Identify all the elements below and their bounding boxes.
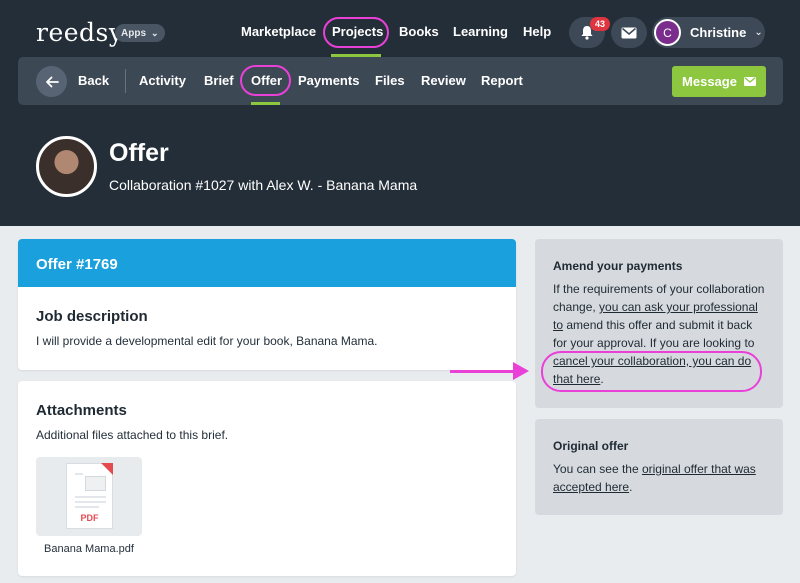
user-name: Christine: [690, 25, 747, 40]
user-menu-button[interactable]: C Christine ⌄: [652, 17, 765, 48]
apps-menu-button[interactable]: Apps ⌄: [115, 24, 165, 42]
tab-payments[interactable]: Payments: [298, 73, 359, 88]
original-offer-heading: Original offer: [553, 439, 629, 453]
apps-label: Apps: [121, 27, 146, 39]
inbox-button[interactable]: [611, 17, 647, 48]
avatar: C: [654, 19, 681, 46]
envelope-icon: [743, 77, 756, 86]
original-offer-text: You can see the original offer that was …: [553, 460, 768, 496]
nav-marketplace[interactable]: Marketplace: [241, 24, 316, 39]
attachments-description: Additional files attached to this brief.: [36, 428, 229, 442]
tab-review[interactable]: Review: [421, 73, 466, 88]
subnav-divider: [125, 69, 126, 93]
attachment-file-name[interactable]: Banana Mama.pdf: [36, 543, 142, 555]
nav-learning[interactable]: Learning: [453, 24, 508, 39]
pdf-file-icon: PDF: [66, 463, 113, 529]
offer-card: Offer #1769 Job description I will provi…: [18, 239, 516, 370]
annotation-arrow-icon: [513, 362, 529, 380]
reedsy-logo[interactable]: reedsy: [36, 18, 124, 47]
original-text-part: You can see the: [553, 462, 642, 476]
tab-files[interactable]: Files: [375, 73, 405, 88]
offer-card-header: Offer #1769: [18, 239, 516, 287]
cancel-link-highlight-oval: [541, 351, 762, 392]
annotation-arrow-shaft: [450, 370, 516, 373]
arrow-left-icon: [45, 76, 59, 87]
active-tab-indicator: [251, 102, 280, 105]
chevron-down-icon: ⌄: [754, 27, 763, 38]
message-label: Message: [682, 74, 737, 89]
nav-help[interactable]: Help: [523, 24, 551, 39]
projects-highlight-circle: [323, 17, 389, 48]
original-offer-card: Original offer You can see the original …: [535, 419, 783, 515]
attachments-heading: Attachments: [36, 402, 127, 419]
original-text-part: .: [629, 480, 633, 494]
nav-books[interactable]: Books: [399, 24, 439, 39]
job-description-text: I will provide a developmental edit for …: [36, 334, 378, 348]
back-label[interactable]: Back: [78, 73, 109, 88]
attachments-card: Attachments Additional files attached to…: [18, 381, 516, 576]
page-subtitle: Collaboration #1027 with Alex W. - Banan…: [109, 177, 418, 193]
amend-heading: Amend your payments: [553, 259, 683, 273]
offer-highlight-circle: [240, 65, 291, 96]
tab-report[interactable]: Report: [481, 73, 523, 88]
notification-count-badge: 43: [590, 17, 610, 31]
professional-avatar: [36, 136, 97, 197]
tab-activity[interactable]: Activity: [139, 73, 186, 88]
message-button[interactable]: Message: [672, 66, 766, 97]
attachment-file-tile[interactable]: PDF: [36, 457, 142, 536]
page-title: Offer: [109, 139, 169, 167]
tab-brief[interactable]: Brief: [204, 73, 234, 88]
project-subnav: Back Activity Brief Offer Payments Files…: [18, 57, 783, 105]
back-button[interactable]: [36, 66, 67, 97]
amend-text-part: amend this offer and submit it back for …: [553, 318, 755, 350]
chevron-down-icon: ⌄: [151, 27, 159, 38]
envelope-icon: [621, 27, 637, 38]
pdf-type-label: PDF: [80, 513, 99, 523]
job-description-heading: Job description: [36, 308, 148, 325]
